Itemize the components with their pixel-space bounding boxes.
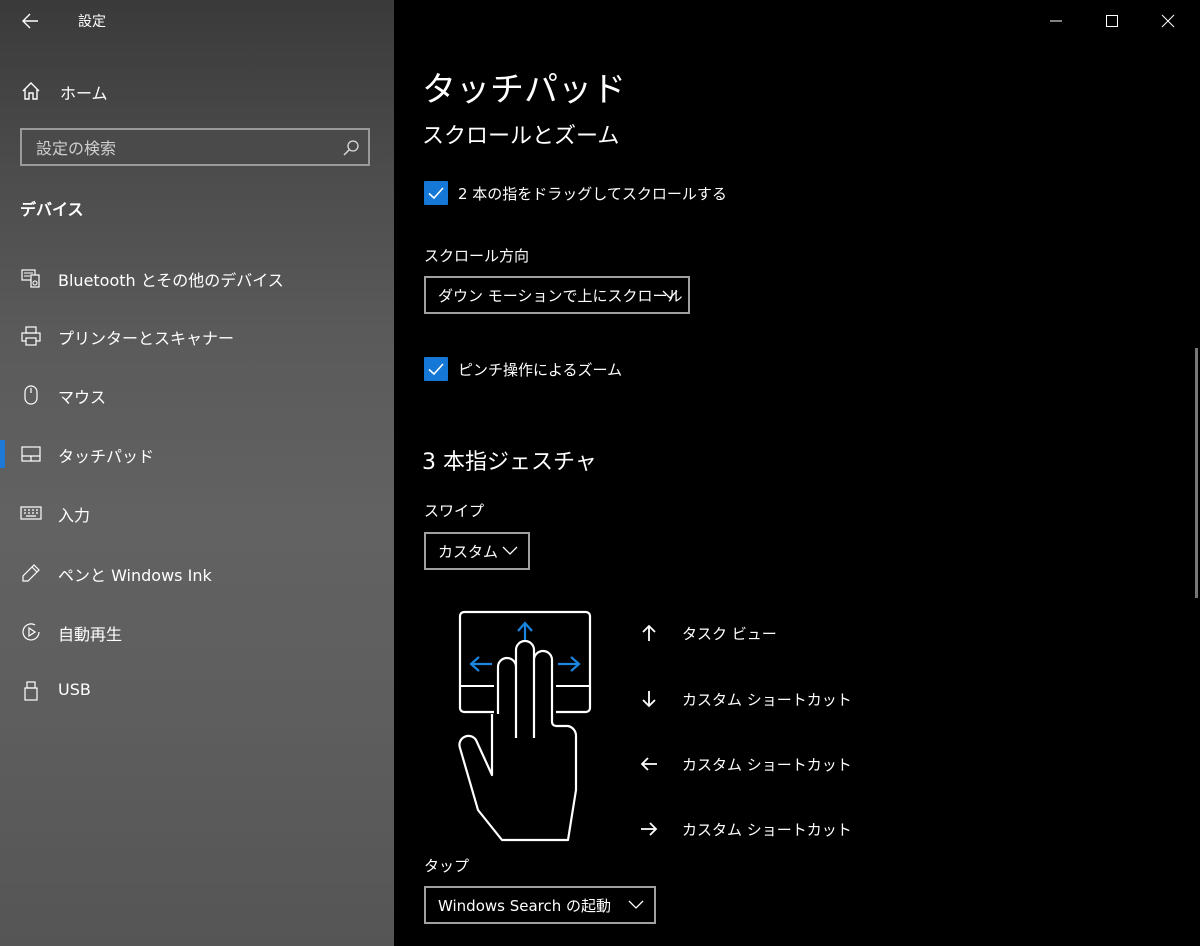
sidebar-item-mouse[interactable]: マウス — [0, 375, 394, 415]
scrollbar[interactable] — [1195, 348, 1198, 598]
sidebar-item-usb[interactable]: USB — [0, 671, 394, 711]
dropdown-value: カスタム — [438, 543, 499, 561]
chevron-down-icon — [628, 900, 644, 909]
home-nav-item[interactable]: ホーム — [0, 72, 394, 110]
usb-icon — [24, 681, 38, 701]
search-input[interactable] — [22, 130, 338, 166]
gesture-action: カスタム ショートカット — [682, 756, 852, 774]
active-indicator — [0, 440, 5, 468]
chevron-down-icon — [662, 290, 678, 299]
arrow-right-icon — [641, 822, 658, 836]
sidebar-item-label: プリンターとスキャナー — [58, 329, 235, 348]
three-finger-gesture-illustration — [458, 610, 592, 844]
sidebar-item-printers[interactable]: プリンターとスキャナー — [0, 316, 394, 356]
sidebar-item-label: マウス — [58, 388, 107, 407]
checkmark-icon — [428, 363, 444, 376]
two-finger-scroll-checkbox[interactable]: 2 本の指をドラッグしてスクロールする — [424, 181, 764, 207]
title-bar: 設定 — [0, 0, 394, 42]
gesture-action: タスク ビュー — [682, 625, 777, 643]
pinch-zoom-checkbox[interactable]: ピンチ操作によるズーム — [424, 357, 644, 383]
app-title: 設定 — [78, 14, 106, 30]
sidebar: 設定 ホーム デバイス Bluetooth とその他のデバイス プリンターとス — [0, 0, 394, 946]
arrow-left-icon — [640, 757, 657, 771]
checkbox-label: ピンチ操作によるズーム — [458, 361, 623, 379]
page-title: タッチパッド — [422, 70, 626, 110]
checkbox-box — [424, 181, 448, 205]
sidebar-item-label: 自動再生 — [58, 625, 123, 644]
dropdown-value: ダウン モーションで上にスクロール — [438, 287, 683, 305]
main-content: タッチパッド スクロールとズーム 2 本の指をドラッグしてスクロールする スクロ… — [394, 0, 1200, 946]
sidebar-item-label: USB — [58, 680, 91, 699]
checkmark-icon — [428, 187, 444, 200]
checkbox-label: 2 本の指をドラッグしてスクロールする — [458, 185, 727, 203]
keyboard-icon — [20, 506, 42, 520]
home-icon — [22, 82, 40, 100]
pen-icon — [22, 564, 40, 582]
back-button[interactable] — [18, 8, 44, 34]
autoplay-icon — [22, 623, 40, 641]
search-icon — [343, 140, 359, 156]
touchpad-icon — [21, 446, 41, 462]
bluetooth-devices-icon — [21, 269, 40, 288]
sidebar-item-label: Bluetooth とその他のデバイス — [58, 271, 284, 290]
swipe-dropdown[interactable]: カスタム — [424, 532, 530, 570]
section-heading-three-finger: 3 本指ジェスチャ — [422, 450, 597, 475]
tap-dropdown[interactable]: Windows Search の起動 — [424, 886, 656, 924]
swipe-label: スワイプ — [424, 502, 485, 520]
tap-label: タップ — [424, 857, 470, 875]
sidebar-item-typing[interactable]: 入力 — [0, 493, 394, 533]
gesture-action: カスタム ショートカット — [682, 821, 852, 839]
gesture-action: カスタム ショートカット — [682, 691, 852, 709]
scroll-direction-dropdown[interactable]: ダウン モーションで上にスクロール — [424, 276, 690, 314]
section-heading-scroll-zoom: スクロールとズーム — [422, 124, 620, 149]
scroll-direction-label: スクロール方向 — [424, 247, 530, 265]
chevron-down-icon — [502, 546, 518, 555]
sidebar-item-pen[interactable]: ペンと Windows Ink — [0, 553, 394, 593]
sidebar-item-bluetooth[interactable]: Bluetooth とその他のデバイス — [0, 258, 394, 298]
sidebar-item-touchpad[interactable]: タッチパッド — [0, 434, 394, 474]
arrow-down-icon — [642, 691, 656, 708]
back-arrow-icon — [22, 13, 38, 29]
sidebar-item-label: ペンと Windows Ink — [58, 566, 212, 585]
mouse-icon — [24, 385, 38, 405]
section-title-devices: デバイス — [20, 200, 84, 219]
sidebar-item-label: 入力 — [58, 506, 91, 525]
sidebar-item-autoplay[interactable]: 自動再生 — [0, 612, 394, 652]
arrow-up-icon — [642, 624, 656, 641]
search-box[interactable] — [20, 128, 370, 166]
printer-icon — [21, 326, 41, 346]
checkbox-box — [424, 357, 448, 381]
dropdown-value: Windows Search の起動 — [438, 897, 612, 915]
home-label: ホーム — [60, 84, 108, 103]
sidebar-item-label: タッチパッド — [58, 447, 155, 466]
